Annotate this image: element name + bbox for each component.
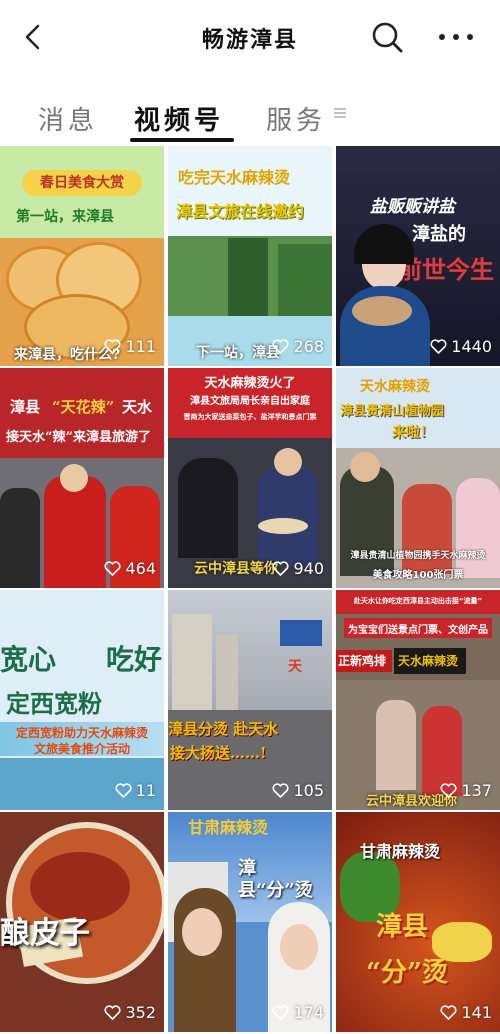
video-caption: 美食攻略100张门票 bbox=[372, 570, 464, 581]
video-tile[interactable]: 盐贩贩讲盐 漳盐的 前世今生 1440 bbox=[336, 146, 500, 366]
active-tab-indicator bbox=[130, 138, 234, 142]
video-grid: 春日美食大赏 第一站，来漳县 来漳县，吃什么? 111 吃完天水麻辣烫 漳县文旅… bbox=[0, 146, 500, 1034]
tab-video-channel[interactable]: 视频号 bbox=[134, 100, 224, 137]
like-count: 464 bbox=[104, 559, 156, 578]
tab-bar: 消息 视频号 服务 bbox=[0, 90, 500, 150]
video-title: 天水麻辣烫火了 bbox=[204, 376, 296, 391]
heart-icon bbox=[430, 339, 447, 354]
heart-icon bbox=[115, 783, 132, 798]
heart-icon bbox=[440, 1005, 457, 1020]
video-tile[interactable]: 漳县 “天花辣” 天水 接天水“辣”来漳县旅游了 464 bbox=[0, 368, 164, 588]
video-title: 吃完天水麻辣烫 bbox=[178, 168, 291, 187]
video-caption: 定西宽粉助力天水麻辣烫 bbox=[15, 726, 148, 740]
like-count: 268 bbox=[272, 337, 324, 356]
tab-services[interactable]: 服务 bbox=[266, 100, 326, 137]
like-count: 1440 bbox=[430, 337, 492, 356]
video-subtitle: 漳县贵清山植物园 bbox=[340, 404, 445, 419]
video-caption: “分”烫 bbox=[366, 958, 448, 988]
video-tile[interactable]: 吃完天水麻辣烫 漳县文旅在线邀约 下一站，漳县 268 bbox=[168, 146, 332, 366]
video-subtitle: 正新鸡排 bbox=[338, 654, 387, 668]
video-tile[interactable]: 赴天水让你吃定西漳县主动出击接“流量” 为宝宝们送景点门票、文创产品 正新鸡排 … bbox=[336, 590, 500, 810]
video-title: 甘肃麻辣烫 bbox=[360, 842, 441, 861]
video-title: 天 bbox=[288, 659, 302, 675]
like-count: 137 bbox=[440, 781, 492, 800]
heart-icon bbox=[272, 783, 289, 798]
like-count: 11 bbox=[115, 781, 156, 800]
page-title: 畅游漳县 bbox=[201, 27, 298, 53]
video-subtitle: 漳县文旅局局长亲自出家庭 bbox=[190, 396, 310, 407]
video-tile[interactable]: 天水麻辣烫火了 漳县文旅局局长亲自出家庭 晋商为大家送韭菜包子、盐洋芋和景点门票… bbox=[168, 368, 332, 588]
video-title: 盐贩贩讲盐 bbox=[370, 197, 455, 217]
like-count: 105 bbox=[272, 781, 324, 800]
video-caption: 接天水“辣”来漳县旅游了 bbox=[6, 430, 151, 445]
video-tile[interactable]: 甘肃麻辣烫 漳县 “分”烫 141 bbox=[336, 812, 500, 1032]
heart-icon bbox=[272, 561, 289, 576]
video-title: 春日美食大赏 bbox=[22, 170, 142, 196]
video-subtitle: 漳县分烫 赴天水 bbox=[168, 720, 279, 738]
video-title: 赴天水让你吃定西漳县主动出击接“流量” bbox=[353, 597, 483, 605]
video-caption: 文旅美食推介活动 bbox=[33, 742, 130, 756]
video-title: 宽心 bbox=[0, 643, 57, 676]
video-title: 漳县 bbox=[10, 398, 41, 416]
menu-lines-icon[interactable] bbox=[333, 106, 347, 120]
top-bar: 畅游漳县 bbox=[0, 0, 500, 78]
like-count: 174 bbox=[272, 1003, 324, 1022]
video-tile[interactable]: 春日美食大赏 第一站，来漳县 来漳县，吃什么? 111 bbox=[0, 146, 164, 366]
heart-icon bbox=[272, 1005, 289, 1020]
video-subtitle: 天水 bbox=[122, 398, 153, 416]
tab-messages[interactable]: 消息 bbox=[38, 100, 98, 137]
like-count: 940 bbox=[272, 559, 324, 578]
heart-icon bbox=[104, 561, 121, 576]
video-title: 天水麻辣烫 bbox=[360, 379, 430, 395]
more-options-icon[interactable] bbox=[436, 24, 476, 50]
video-subtitle: 漳盐的 bbox=[412, 224, 466, 245]
heart-icon bbox=[440, 783, 457, 798]
video-subtitle: “天花辣” bbox=[52, 398, 115, 416]
video-subtitle: 为宝宝们送景点门票、文创产品 bbox=[348, 625, 488, 636]
video-title: 酿皮子 bbox=[0, 916, 90, 951]
video-tile[interactable]: 甘肃麻辣烫 漳县“分”烫 174 bbox=[168, 812, 332, 1032]
video-subtitle: 天水麻辣烫 bbox=[398, 654, 459, 668]
video-caption: 云中漳县等你 bbox=[194, 561, 278, 577]
video-subtitle: 漳县 bbox=[376, 912, 429, 942]
video-caption: 下一站，漳县 bbox=[196, 345, 280, 361]
heart-icon bbox=[104, 339, 121, 354]
search-icon[interactable] bbox=[370, 20, 404, 54]
like-count: 111 bbox=[104, 337, 156, 356]
video-subtitle: 来啦！ bbox=[392, 425, 434, 441]
video-subtitle: 定西宽粉 bbox=[6, 689, 102, 718]
video-caption: 漳县贵清山植物园携手天水麻辣烫 bbox=[350, 551, 486, 561]
like-count: 141 bbox=[440, 1003, 492, 1022]
video-title: 甘肃麻辣烫 bbox=[188, 818, 269, 837]
like-count: 352 bbox=[104, 1003, 156, 1022]
video-title: 吃好 bbox=[106, 643, 163, 676]
heart-icon bbox=[272, 339, 289, 354]
video-subtitle: 漳县文旅在线邀约 bbox=[176, 202, 305, 221]
heart-icon bbox=[104, 1005, 121, 1020]
video-subtitle: 晋商为大家送韭菜包子、盐洋芋和景点门票 bbox=[183, 413, 317, 421]
video-tile[interactable]: 天 漳县分烫 赴天水 接大扬送……! 105 bbox=[168, 590, 332, 810]
video-tile[interactable]: 酿皮子 352 bbox=[0, 812, 164, 1032]
video-tile[interactable]: 天水麻辣烫 漳县贵清山植物园 来啦！ 漳县贵清山植物园携手天水麻辣烫 美食攻略1… bbox=[336, 368, 500, 588]
video-subtitle: 第一站，来漳县 bbox=[16, 209, 114, 225]
video-subtitle: 漳县“分”烫 bbox=[238, 858, 313, 901]
video-tile[interactable]: 宽心 吃好 定西宽粉 定西宽粉助力天水麻辣烫 文旅美食推介活动 11 bbox=[0, 590, 164, 810]
video-caption: 接大扬送……! bbox=[170, 744, 267, 762]
